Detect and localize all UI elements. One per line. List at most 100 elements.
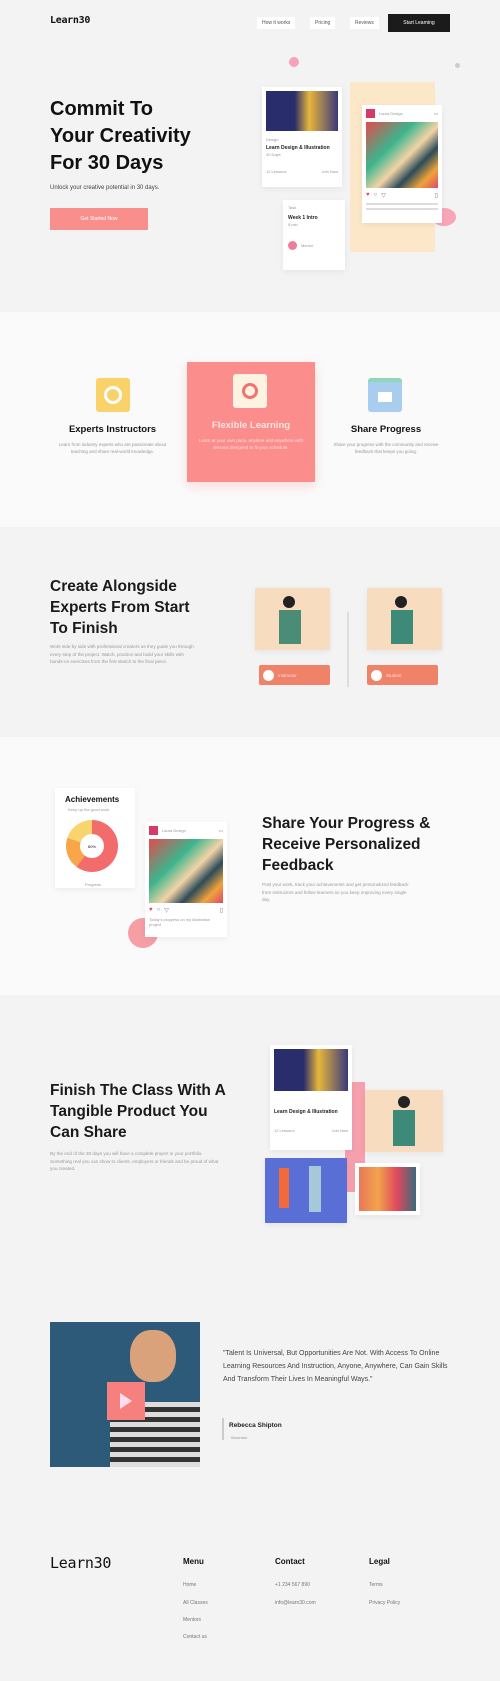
progress-donut: 80% (66, 820, 118, 872)
student-video[interactable] (367, 588, 442, 650)
finish-artwork-colors (355, 1163, 420, 1215)
course-lessons: 12 Lessons (274, 1128, 295, 1133)
hero-task-card: Task Week 1 Intro 5 min Mentor (283, 200, 345, 270)
more-icon[interactable]: ••• (434, 111, 438, 116)
hero-social-card: Laura Design ••• ♥ ○ ▽ ▯ (362, 105, 442, 223)
instructor-icon (96, 378, 130, 412)
share-icon[interactable]: ▽ (381, 192, 386, 199)
progress-social-card: Laura Design ••• ♥ ○ ▽ ▯ Today's progres… (145, 822, 227, 937)
chip-label: Student (386, 672, 402, 678)
finish-title-line: Tangible Product You (50, 1103, 208, 1120)
footer-link-privacy[interactable]: Privacy Policy (369, 1600, 400, 1606)
heart-icon[interactable]: ♥ (149, 907, 153, 914)
footer-link-home[interactable]: Home (183, 1582, 196, 1588)
social-caption: Today's progress on my illustration proj… (149, 917, 211, 927)
footer-link-contact-us[interactable]: Contact us (183, 1634, 207, 1640)
progress-title: Share Your Progress & Receive Personaliz… (262, 813, 430, 876)
footer-logo[interactable]: Learn30 (50, 1554, 111, 1572)
feature-desc: Learn from industry experts who are pass… (58, 442, 167, 454)
start-learning-button[interactable]: Start Learning (388, 14, 450, 32)
hero-title: Commit To Your Creativity For 30 Days (50, 96, 191, 177)
task-title: Week 1 Intro (288, 215, 318, 221)
course-thumbnail (274, 1049, 348, 1091)
course-thumbnail (266, 91, 338, 131)
feature-title: Experts Instructors (68, 424, 157, 435)
student-chip: Student (367, 665, 438, 685)
nav-how-it-works[interactable]: How it works (257, 17, 296, 29)
more-icon[interactable]: ••• (219, 828, 223, 833)
achievements-title: Achievements (65, 795, 120, 804)
task-meta: 5 min (288, 222, 298, 227)
artwork-image (366, 122, 438, 188)
instructor-video[interactable] (255, 588, 330, 650)
course-tag: Design (266, 137, 279, 142)
hero-subtitle: Unlock your creative potential in 30 day… (50, 185, 160, 191)
task-user: Mentor (301, 243, 314, 248)
hero-title-line: Your Creativity (50, 125, 191, 147)
create-body: Work side by side with professional crea… (50, 644, 194, 664)
footer-link-all-classes[interactable]: All Classes (183, 1600, 208, 1606)
avatar (263, 669, 274, 681)
progress-title-line: Share Your Progress & (262, 815, 431, 832)
course-join-link[interactable]: Join Now (322, 169, 338, 174)
create-title-line: Create Alongside (50, 578, 177, 595)
nav-pricing[interactable]: Pricing (310, 17, 336, 29)
bookmark-icon[interactable]: ▯ (220, 907, 223, 914)
progress-title-line: Feedback (262, 857, 334, 874)
play-button[interactable] (107, 1382, 145, 1420)
hero-title-line: For 30 Days (50, 152, 164, 174)
course-title: Learn Design & Illustration (274, 1109, 338, 1115)
heart-icon[interactable]: ♥ (366, 192, 370, 199)
create-title: Create Alongside Experts From Start To F… (50, 576, 190, 639)
footer-email[interactable]: info@learn30.com (275, 1600, 316, 1606)
course-lessons: 12 Lessons (266, 169, 287, 174)
play-icon (120, 1393, 132, 1409)
finish-title: Finish The Class With A Tangible Product… (50, 1080, 226, 1143)
get-started-button[interactable]: Get Started Now (50, 208, 148, 230)
footer-link-mentors[interactable]: Mentors (183, 1617, 201, 1623)
comment-icon[interactable]: ○ (374, 192, 378, 199)
testimonial-author: Rebecca Shipton (229, 1422, 282, 1429)
footer-contact-title: Contact (275, 1557, 305, 1566)
avatar (288, 241, 297, 250)
testimonial-quote: "Talent Is Universal, But Opportunities … (223, 1350, 448, 1383)
footer-menu-title: Menu (183, 1557, 204, 1566)
avatar (366, 109, 375, 118)
decor-dot (455, 63, 460, 68)
chip-label: Instructor (278, 672, 297, 678)
footer-link-terms[interactable]: Terms (369, 1582, 383, 1588)
finish-course-card[interactable]: Learn Design & Illustration 12 Lessons J… (270, 1045, 352, 1150)
testimonial-video[interactable] (50, 1322, 200, 1467)
share-icon[interactable]: ▽ (164, 907, 169, 914)
quote-divider (222, 1418, 224, 1440)
caption-line (366, 203, 438, 205)
course-join-link[interactable]: Join Now (332, 1128, 348, 1133)
clock-icon (233, 374, 267, 408)
feature-desc: Share your progress with the community a… (333, 442, 439, 454)
finish-title-line: Can Share (50, 1124, 127, 1141)
divider (347, 612, 349, 687)
finish-body: By the end of the 30 days you will have … (50, 1151, 219, 1171)
achievements-subtitle: Keep up the good work (68, 807, 110, 812)
social-username: Laura Design (379, 111, 403, 116)
progress-title-line: Receive Personalized (262, 836, 421, 853)
artwork-image (149, 839, 223, 903)
footer-legal-title: Legal (369, 1557, 390, 1566)
finish-artwork-illustration (265, 1158, 347, 1223)
social-username: Laura Design (162, 828, 186, 833)
testimonial-role: Illustrator (231, 1435, 248, 1440)
logo[interactable]: Learn30 (50, 15, 90, 26)
create-title-line: To Finish (50, 620, 118, 637)
course-meta: 30 Days (266, 152, 281, 157)
create-title-line: Experts From Start (50, 599, 190, 616)
task-tag: Task (288, 205, 297, 210)
finish-title-line: Finish The Class With A (50, 1082, 226, 1099)
progress-body: Post your work, track your achievements … (262, 882, 409, 902)
footer-phone[interactable]: +1 234 567 890 (275, 1582, 310, 1588)
feature-desc: Learn at your own pace, anytime and anyw… (198, 438, 304, 450)
nav-reviews[interactable]: Reviews (350, 17, 379, 29)
bookmark-icon[interactable]: ▯ (435, 192, 438, 199)
progress-label: Progress (85, 882, 102, 887)
hero-course-card[interactable]: Design Learn Design & Illustration 30 Da… (262, 87, 342, 187)
comment-icon[interactable]: ○ (157, 907, 161, 914)
